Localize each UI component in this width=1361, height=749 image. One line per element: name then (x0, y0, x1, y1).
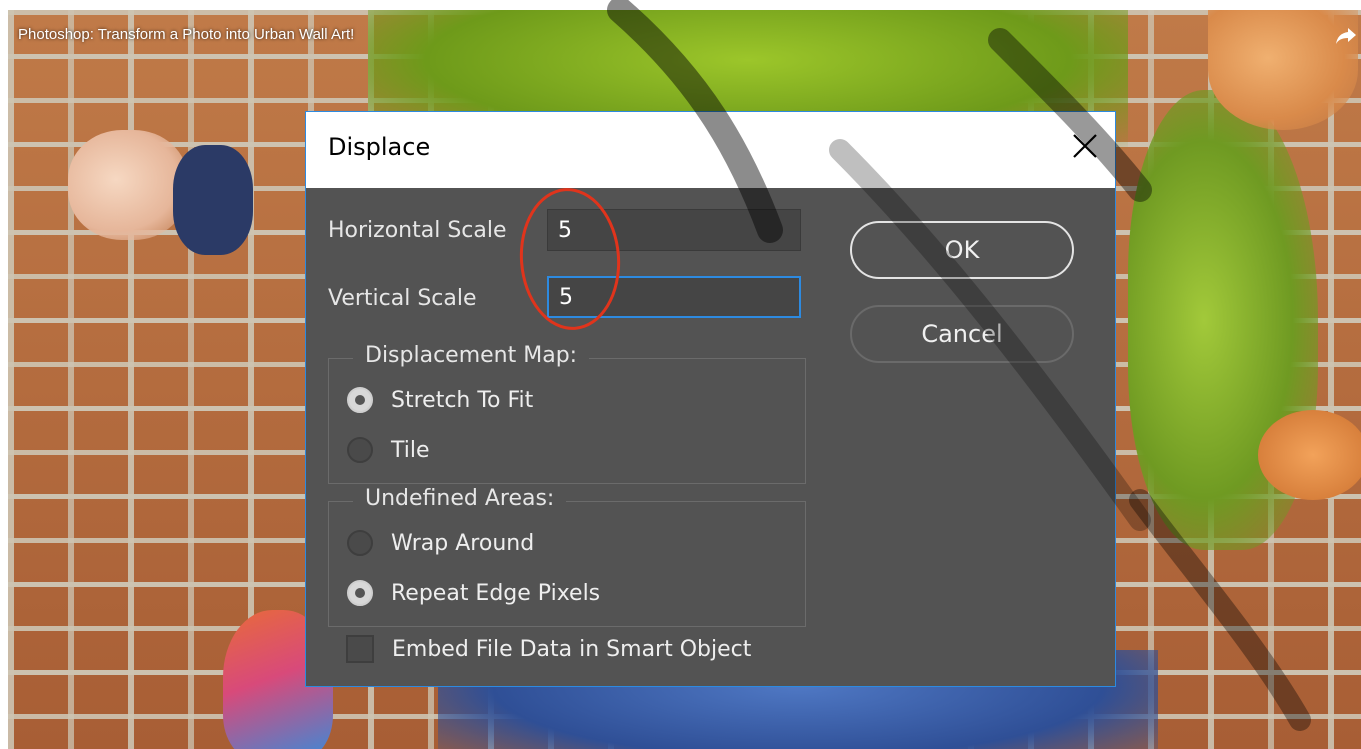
horizontal-scale-input[interactable] (547, 209, 801, 251)
radio-label: Tile (391, 437, 430, 463)
vertical-scale-label: Vertical Scale (328, 286, 477, 311)
dialog-titlebar[interactable]: Displace (306, 112, 1115, 188)
displacement-map-legend: Displacement Map: (353, 343, 590, 368)
girl-arm (1258, 410, 1361, 500)
radio-label: Wrap Around (391, 530, 535, 556)
ok-button[interactable]: OK (850, 221, 1074, 279)
close-icon[interactable] (1069, 130, 1101, 162)
undefined-areas-group: Undefined Areas: Wrap Around Repeat Edge… (328, 486, 806, 627)
radio-tile[interactable]: Tile (347, 437, 430, 463)
radio-stretch-to-fit[interactable]: Stretch To Fit (347, 387, 533, 413)
radio-button[interactable] (347, 437, 373, 463)
dancer-wristband (173, 145, 253, 255)
cancel-button[interactable]: Cancel (850, 305, 1074, 363)
embed-checkbox[interactable] (346, 635, 374, 663)
embed-smart-object-checkbox-row[interactable]: Embed File Data in Smart Object (346, 635, 751, 663)
radio-repeat-edge-pixels[interactable]: Repeat Edge Pixels (347, 580, 600, 606)
undefined-areas-legend: Undefined Areas: (353, 486, 567, 511)
radio-button-checked[interactable] (347, 580, 373, 606)
horizontal-scale-label: Horizontal Scale (328, 218, 507, 243)
embed-checkbox-label: Embed File Data in Smart Object (392, 636, 752, 662)
displacement-map-group: Displacement Map: Stretch To Fit Tile (328, 343, 806, 484)
dancer-fist (68, 130, 188, 240)
radio-label: Repeat Edge Pixels (391, 580, 601, 606)
radio-button-checked[interactable] (347, 387, 373, 413)
radio-wrap-around[interactable]: Wrap Around (347, 530, 534, 556)
displace-dialog: Displace Horizontal Scale Vertical Scale… (305, 111, 1116, 687)
radio-button[interactable] (347, 530, 373, 556)
vertical-scale-input[interactable] (547, 276, 801, 318)
dialog-title: Displace (328, 133, 431, 161)
video-title[interactable]: Photoshop: Transform a Photo into Urban … (18, 26, 354, 43)
radio-label: Stretch To Fit (391, 387, 534, 413)
share-arrow-icon[interactable] (1335, 26, 1357, 46)
